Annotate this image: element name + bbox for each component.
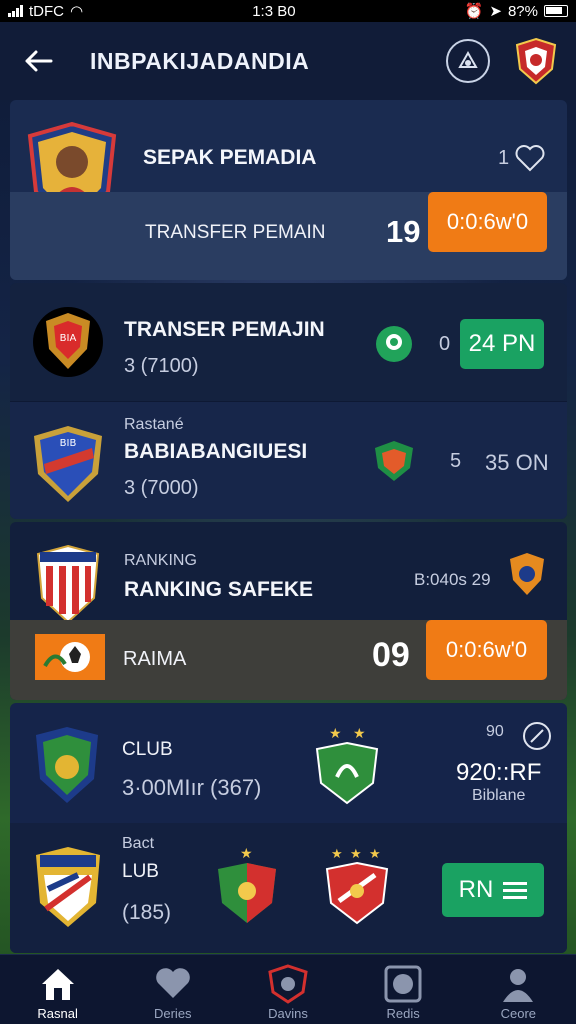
red-green-shield-icon: ★ bbox=[218, 846, 276, 923]
nav-item-home[interactable]: Rasnal bbox=[3, 964, 113, 1021]
featured-number: 19 bbox=[386, 214, 421, 249]
featured-title: SEPAK PEMADIA bbox=[143, 146, 317, 169]
list-item-count: 5 bbox=[450, 450, 462, 472]
list-item-title: TRANSER PEMAJIN bbox=[124, 318, 325, 341]
club-score: 920::RF bbox=[456, 759, 542, 786]
ranking-timer-button[interactable]: 0:0:6w'0 bbox=[426, 620, 547, 680]
bottom-nav: Rasnal Deries Davins Redis Ceore bbox=[0, 954, 576, 1024]
featured-timer-button[interactable]: 0:0:6w'0 bbox=[428, 192, 547, 252]
list-item-meta: 3 (7000) bbox=[124, 477, 199, 499]
list-item[interactable]: BIA TRANSER PEMAJIN 3 (7100) 0 24 PN bbox=[10, 283, 567, 401]
list-item-meta: 3 (7100) bbox=[124, 355, 199, 377]
club-top-value: 90 bbox=[486, 723, 504, 740]
club-row[interactable]: Bact LUB (185) ★ ★ ★ ★ RN bbox=[10, 823, 567, 953]
green-club-icon bbox=[376, 326, 412, 362]
star-club-icon: ★ ★ bbox=[315, 726, 379, 805]
back-button[interactable] bbox=[18, 41, 58, 81]
small-crest-icon bbox=[510, 553, 544, 595]
svg-text:BIA: BIA bbox=[60, 333, 77, 344]
settings-icon[interactable] bbox=[522, 721, 552, 751]
nav-item-favorites[interactable]: Deries bbox=[118, 964, 228, 1021]
tiger-crest-icon bbox=[36, 847, 100, 927]
heart-icon bbox=[155, 968, 190, 998]
like-button[interactable]: 1 bbox=[498, 144, 545, 172]
nav-item-matches[interactable]: Redis bbox=[348, 964, 458, 1021]
club-title: CLUB bbox=[122, 739, 173, 760]
club-label: Bact bbox=[122, 835, 155, 852]
crest-icon bbox=[268, 964, 308, 1004]
app-header: INBPAKIJADANDIA bbox=[0, 22, 576, 100]
share-icon bbox=[458, 50, 478, 68]
alarm-icon: ⏰ bbox=[464, 3, 484, 20]
svg-text:★: ★ bbox=[240, 846, 253, 862]
svg-text:★: ★ bbox=[353, 726, 366, 742]
club-meta: 3·00MIır (367) bbox=[122, 775, 262, 800]
battery-icon bbox=[543, 5, 568, 17]
carrier-label: tDFC bbox=[29, 2, 64, 20]
svg-text:★: ★ bbox=[369, 847, 381, 862]
club-shield-icon: BIB bbox=[34, 426, 102, 502]
three-star-crest-icon: ★ ★ ★ bbox=[325, 847, 389, 925]
ball-badge-icon bbox=[35, 634, 105, 680]
ranking-row-title: RAIMA bbox=[123, 648, 187, 670]
svg-text:★: ★ bbox=[329, 726, 342, 742]
striped-crest-icon bbox=[36, 544, 100, 624]
club-crest-icon[interactable] bbox=[514, 37, 558, 85]
clock: 1:3 B0 bbox=[252, 2, 296, 20]
list-item-action-button[interactable]: 24 PN bbox=[460, 319, 544, 369]
svg-text:★: ★ bbox=[331, 847, 343, 862]
clubs-card: CLUB 3·00MIır (367) ★ ★ 90 920::RF Bibla… bbox=[10, 703, 567, 953]
ranking-meta: B:040s 29 bbox=[414, 570, 491, 589]
svg-text:BIB: BIB bbox=[60, 438, 77, 449]
home-icon bbox=[41, 969, 74, 1000]
menu-icon bbox=[503, 882, 528, 899]
svg-text:★: ★ bbox=[350, 847, 362, 862]
team-badge-icon bbox=[375, 441, 413, 481]
location-icon: ➤ bbox=[489, 3, 502, 20]
person-icon bbox=[503, 969, 534, 1002]
share-button[interactable] bbox=[446, 39, 490, 83]
wifi-icon: ◠ bbox=[70, 3, 84, 20]
signal-icon bbox=[8, 5, 23, 17]
ranking-title: RANKING SAFEKE bbox=[124, 578, 314, 601]
club-title: LUB bbox=[122, 861, 159, 882]
heart-icon bbox=[515, 145, 545, 172]
nav-label: Deries bbox=[153, 1006, 192, 1021]
nav-item-clubs[interactable]: Davins bbox=[233, 964, 343, 1021]
ranking-card[interactable]: RANKING RANKING SAFEKE B:040s 29 RAIMA 0… bbox=[10, 522, 567, 700]
ball-icon bbox=[384, 965, 422, 1003]
ranking-label: RANKING bbox=[124, 552, 197, 569]
list-item-title: BABIABANGIUESI bbox=[124, 440, 308, 463]
club-note: Biblane bbox=[472, 787, 526, 804]
list-item-count: 0 bbox=[439, 333, 451, 355]
featured-subtitle: TRANSFER PEMAIN bbox=[145, 222, 326, 243]
nav-label: Davins bbox=[268, 1006, 308, 1021]
arrow-left-icon bbox=[25, 50, 53, 72]
club-rank-label: RN bbox=[458, 876, 494, 903]
featured-card[interactable]: SEPAK PEMADIA 1 TRANSFER PEMAIN 19 0:0:6… bbox=[10, 100, 567, 280]
green-shield-icon bbox=[36, 727, 98, 803]
battery-percent: 8?% bbox=[507, 2, 538, 20]
transfer-list: BIA TRANSER PEMAJIN 3 (7100) 0 24 PN BIB… bbox=[10, 283, 567, 519]
club-meta: (185) bbox=[122, 901, 172, 924]
list-item-value: 35 ON bbox=[485, 450, 549, 475]
nav-label: Rasnal bbox=[37, 1006, 78, 1021]
list-item[interactable]: BIB Rastané BABIABANGIUESI 3 (7000) 5 35… bbox=[10, 401, 567, 519]
nav-label: Redis bbox=[386, 1006, 420, 1021]
nav-label: Ceore bbox=[500, 1006, 537, 1021]
nav-item-profile[interactable]: Ceore bbox=[463, 964, 573, 1021]
club-rank-button[interactable]: RN bbox=[442, 863, 544, 917]
ranking-number: 09 bbox=[372, 636, 410, 674]
club-logo-icon: BIA bbox=[33, 307, 103, 377]
club-row[interactable]: CLUB 3·00MIır (367) ★ ★ 90 920::RF Bibla… bbox=[10, 703, 567, 823]
like-count: 1 bbox=[498, 146, 510, 169]
list-item-label: Rastané bbox=[124, 416, 184, 433]
status-bar: tDFC ◠ 1:3 B0 ⏰ ➤ 8?% bbox=[0, 0, 576, 22]
page-title: INBPAKIJADANDIA bbox=[90, 47, 310, 74]
